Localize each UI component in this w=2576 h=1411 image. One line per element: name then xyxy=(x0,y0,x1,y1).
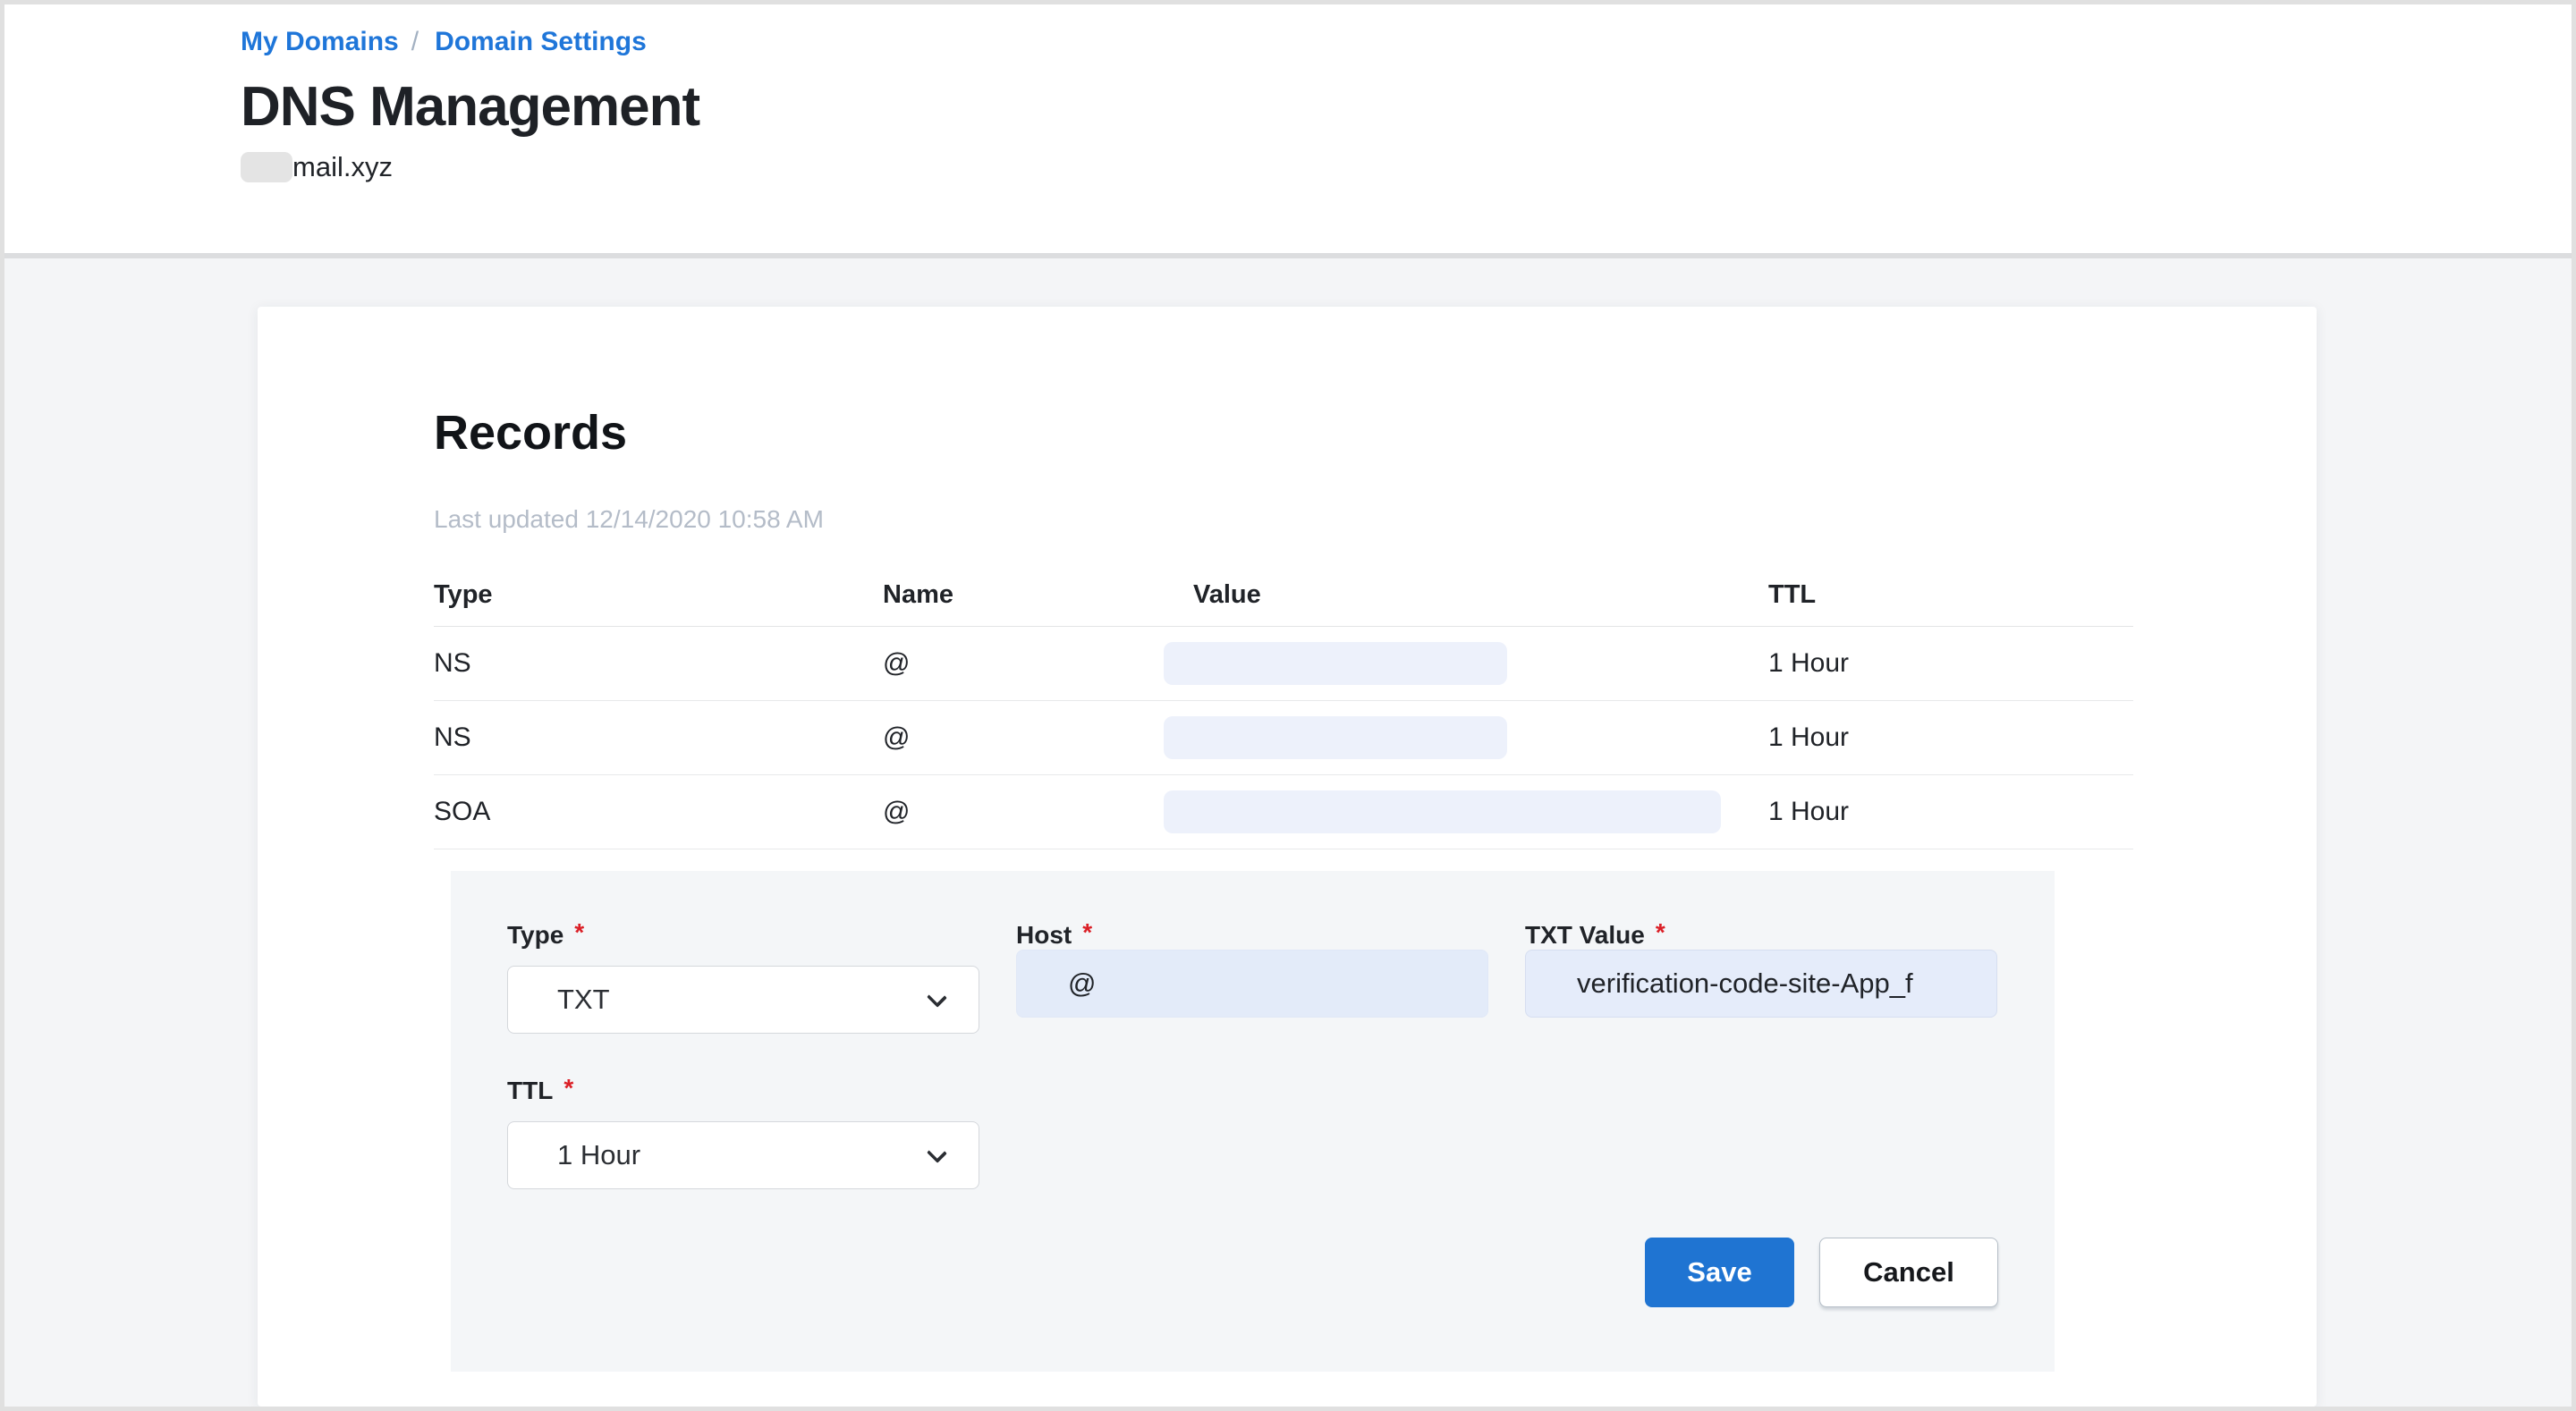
breadcrumb-domain-settings[interactable]: Domain Settings xyxy=(435,26,647,58)
redacted-value-box xyxy=(1164,716,1507,759)
record-edit-form: Type * TXT Host * xyxy=(451,871,2055,1372)
record-ttl: 1 Hour xyxy=(1768,722,2133,753)
ttl-label: TTL * xyxy=(507,1077,979,1105)
page-title: DNS Management xyxy=(241,74,2572,140)
ttl-field-group: TTL * 1 Hour xyxy=(507,1077,979,1189)
form-row-2: TTL * 1 Hour xyxy=(507,1077,1998,1189)
redacted-value-box xyxy=(1164,642,1507,685)
column-header-ttl: TTL xyxy=(1768,580,2133,610)
host-input[interactable] xyxy=(1016,950,1488,1018)
ttl-select[interactable]: 1 Hour xyxy=(507,1121,979,1189)
breadcrumb-separator: / xyxy=(411,26,419,58)
record-name: @ xyxy=(883,648,1164,679)
required-asterisk: * xyxy=(1082,918,1092,946)
txt-value-field-group: TXT Value * xyxy=(1525,921,1997,1034)
page-header: My Domains / Domain Settings DNS Managem… xyxy=(4,4,2572,258)
type-select-value: TXT xyxy=(557,984,610,1016)
record-ttl: 1 Hour xyxy=(1768,797,2133,827)
type-field-group: Type * TXT xyxy=(507,921,979,1034)
table-row: NS @ 1 Hour xyxy=(434,627,2133,701)
txt-value-label-text: TXT Value xyxy=(1525,921,1645,949)
record-type: NS xyxy=(434,722,883,753)
breadcrumb: My Domains / Domain Settings xyxy=(241,26,2572,58)
cancel-button[interactable]: Cancel xyxy=(1819,1238,1998,1307)
host-field-group: Host * xyxy=(1016,921,1488,1034)
record-name: @ xyxy=(883,722,1164,753)
breadcrumb-my-domains[interactable]: My Domains xyxy=(241,26,399,58)
txt-value-input[interactable] xyxy=(1525,950,1997,1018)
save-button[interactable]: Save xyxy=(1645,1238,1794,1307)
type-label: Type * xyxy=(507,921,979,950)
form-row-1: Type * TXT Host * xyxy=(507,921,1998,1034)
chevron-down-icon xyxy=(927,987,947,1008)
required-asterisk: * xyxy=(574,918,584,946)
table-row: SOA @ 1 Hour xyxy=(434,775,2133,849)
dns-management-page: My Domains / Domain Settings DNS Managem… xyxy=(0,0,2576,1411)
last-updated-text: Last updated 12/14/2020 10:58 AM xyxy=(434,505,2151,534)
records-heading: Records xyxy=(434,407,2151,459)
records-table: Type Name Value TTL NS @ 1 Hour NS @ 1 H… xyxy=(434,564,2133,849)
record-type: SOA xyxy=(434,797,883,827)
txt-value-label: TXT Value * xyxy=(1525,921,1997,950)
chevron-down-icon xyxy=(927,1143,947,1163)
page-body: Records Last updated 12/14/2020 10:58 AM… xyxy=(4,258,2572,1407)
records-card: Records Last updated 12/14/2020 10:58 AM… xyxy=(258,307,2317,1407)
domain-text: mail.xyz xyxy=(292,151,393,183)
required-asterisk: * xyxy=(564,1074,573,1102)
required-asterisk: * xyxy=(1656,918,1665,946)
host-label: Host * xyxy=(1016,921,1488,950)
host-label-text: Host xyxy=(1016,921,1072,949)
record-name: @ xyxy=(883,797,1164,827)
record-type: NS xyxy=(434,648,883,679)
column-header-value: Value xyxy=(1164,580,1768,610)
ttl-label-text: TTL xyxy=(507,1077,553,1104)
column-header-type: Type xyxy=(434,580,883,610)
domain-redaction-box xyxy=(241,152,292,182)
record-ttl: 1 Hour xyxy=(1768,648,2133,679)
redacted-value-box xyxy=(1164,790,1721,833)
column-header-name: Name xyxy=(883,580,1164,610)
table-row: NS @ 1 Hour xyxy=(434,701,2133,775)
form-buttons: Save Cancel xyxy=(507,1238,1998,1307)
ttl-select-value: 1 Hour xyxy=(557,1139,640,1171)
domain-name: mail.xyz xyxy=(241,151,2572,183)
type-select[interactable]: TXT xyxy=(507,966,979,1034)
type-label-text: Type xyxy=(507,921,564,949)
table-header-row: Type Name Value TTL xyxy=(434,564,2133,627)
